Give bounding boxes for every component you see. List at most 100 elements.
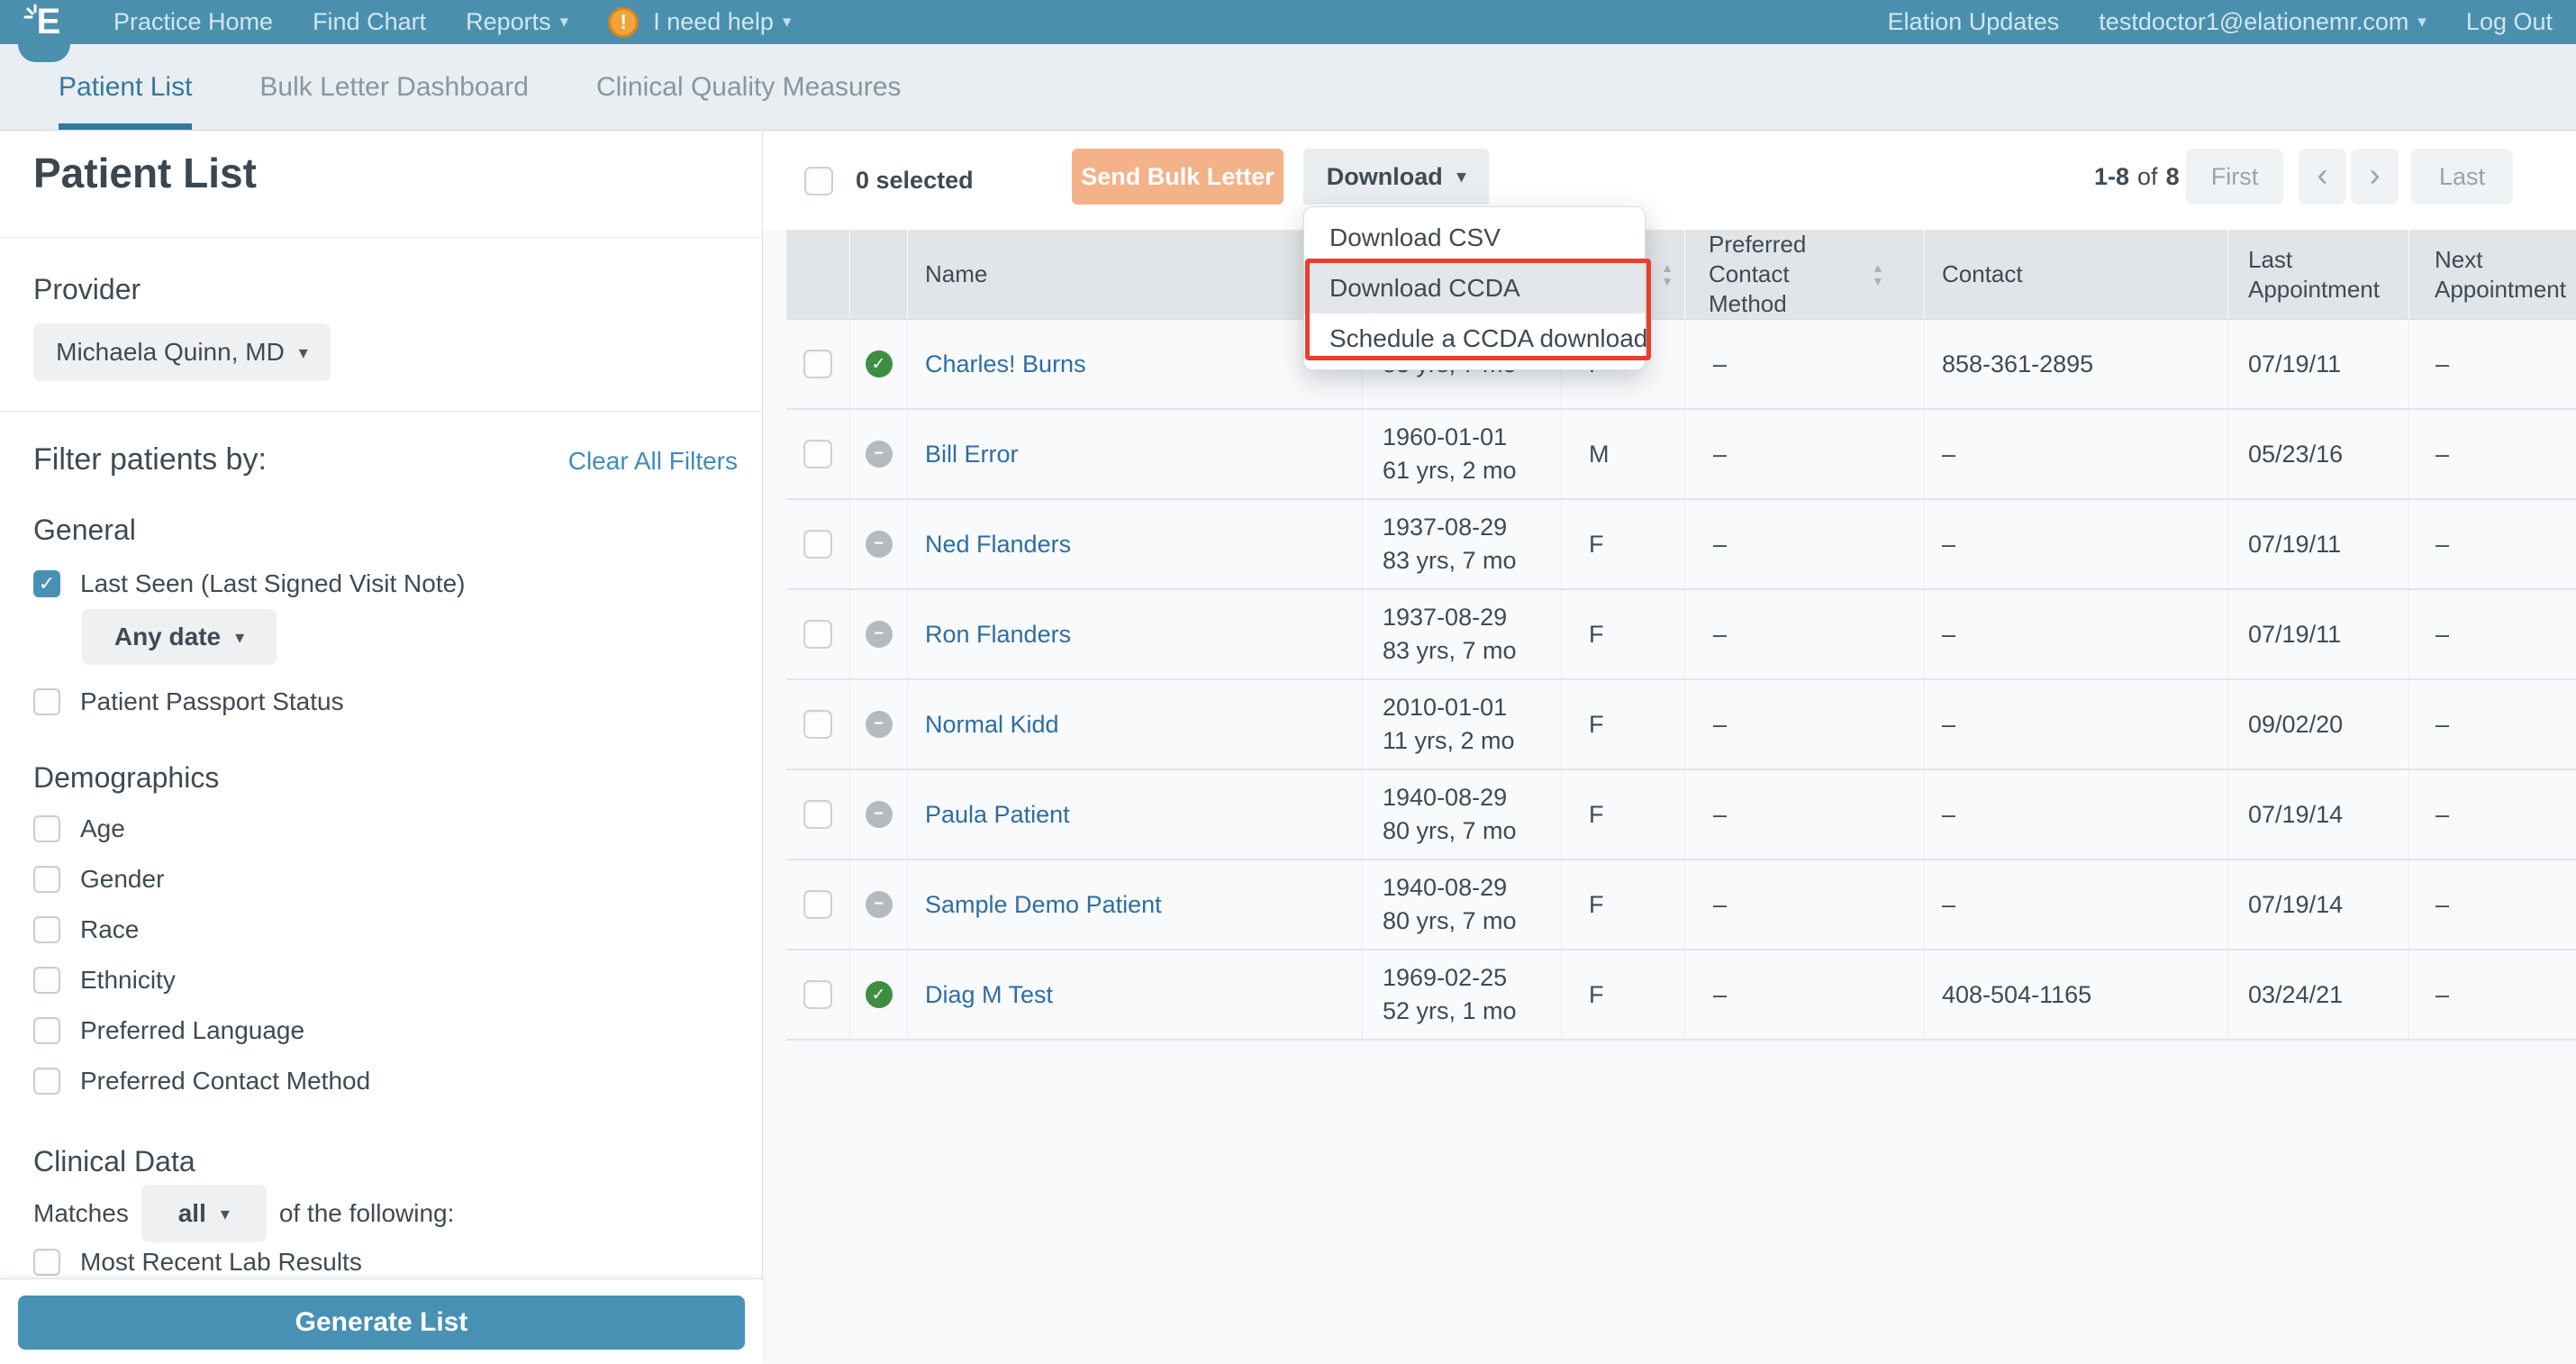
clinical-data-heading: Clinical Data (33, 1145, 195, 1178)
header-contact[interactable]: Contact (1924, 230, 2227, 319)
sort-up-icon: ▲ (1872, 260, 1884, 275)
patient-name-link[interactable]: Sample Demo Patient (925, 891, 1162, 919)
patient-name-cell: Sample Demo Patient (907, 860, 1362, 949)
row-checkbox[interactable] (803, 890, 832, 919)
sort-up-icon: ▲ (1661, 260, 1673, 275)
row-status-cell: − (849, 590, 907, 678)
dob-value: 1969-02-25 (1383, 964, 1508, 991)
filter-lab-results-row: Most Recent Lab Results (33, 1248, 362, 1277)
any-date-dropdown[interactable]: Any date ▾ (82, 609, 277, 665)
demographics-label: Preferred Language (80, 1016, 305, 1044)
patient-name-link[interactable]: Paula Patient (925, 801, 1070, 829)
row-checkbox[interactable] (803, 980, 832, 1009)
patient-name-link[interactable]: Charles! Burns (925, 350, 1086, 378)
row-checkbox[interactable] (803, 800, 832, 829)
elation-logo[interactable]: E (18, 0, 70, 44)
filter-last-seen-row: ✓ Last Seen (Last Signed Visit Note) (33, 569, 466, 598)
filter-heading: Filter patients by: (33, 442, 267, 477)
status-minus-icon: − (865, 441, 893, 468)
header-name[interactable]: Name (907, 230, 1362, 319)
demographics-checkbox[interactable] (33, 1017, 60, 1044)
sort-arrows-icon[interactable]: ▲ ▼ (1661, 260, 1673, 287)
demographics-filter-list: Age Gender Race Ethnicity Preferred Language… (33, 814, 370, 1118)
row-checkbox[interactable] (803, 350, 832, 378)
last-appointment-cell: 07/19/11 (2227, 500, 2408, 588)
next-appointment-cell: – (2408, 410, 2576, 498)
menu-item-schedule-ccda[interactable]: Schedule a CCDA download (1304, 314, 1647, 364)
download-button[interactable]: Download ▾ (1303, 149, 1489, 205)
provider-dropdown[interactable]: Michaela Quinn, MD ▾ (33, 323, 331, 381)
patient-name-link[interactable]: Diag M Test (925, 981, 1053, 1009)
header-next-appointment[interactable]: Next Appointment (2408, 230, 2576, 319)
dob-value: 1937-08-29 (1383, 514, 1508, 541)
dob-cell: 1960-01-01 61 yrs, 2 mo (1362, 410, 1561, 498)
row-checkbox[interactable] (803, 530, 832, 559)
header-preferred-contact[interactable]: Preferred Contact Method ▲ ▼ (1684, 230, 1924, 319)
sex-cell: F (1561, 500, 1684, 588)
row-checkbox-cell (786, 500, 849, 588)
pagination-next-button[interactable]: › (2351, 149, 2399, 205)
tab-bulk-letter-dashboard[interactable]: Bulk Letter Dashboard (259, 44, 529, 130)
patient-name-cell: Charles! Burns (907, 320, 1362, 408)
tab-patient-list[interactable]: Patient List (59, 44, 193, 130)
table-row: − Ned Flanders 1937-08-29 83 yrs, 7 mo F – –07… (786, 500, 2576, 590)
pagination-last-button[interactable]: Last (2411, 149, 2513, 205)
contact-cell: – (1924, 770, 2227, 859)
menu-item-download-csv[interactable]: Download CSV (1304, 213, 1645, 263)
preferred-contact-cell: – (1684, 410, 1924, 498)
nav-help[interactable]: I need help ▾ (653, 8, 791, 36)
dob-cell: 1969-02-25 52 yrs, 1 mo (1362, 950, 1561, 1039)
nav-elation-updates[interactable]: Elation Updates (1888, 8, 2060, 36)
nav-account-menu[interactable]: testdoctor1@elationemr.com ▾ (2099, 8, 2426, 36)
age-value: 83 yrs, 7 mo (1383, 547, 1517, 574)
clear-all-filters-link[interactable]: Clear All Filters (568, 447, 738, 476)
chevron-down-icon: ▾ (235, 627, 245, 648)
contact-cell: – (1924, 680, 2227, 768)
demographics-checkbox[interactable] (33, 967, 60, 994)
next-appointment-cell: – (2408, 320, 2576, 408)
send-bulk-letter-button[interactable]: Send Bulk Letter (1072, 149, 1283, 205)
patient-name-link[interactable]: Ned Flanders (925, 531, 1071, 559)
sort-arrows-icon[interactable]: ▲ ▼ (1872, 260, 1884, 287)
last-seen-checkbox[interactable]: ✓ (33, 570, 60, 597)
next-appointment-cell: – (2408, 500, 2576, 588)
row-status-cell: ✓ (849, 320, 907, 408)
nav-find-chart[interactable]: Find Chart (313, 8, 426, 36)
nav-practice-home[interactable]: Practice Home (113, 8, 273, 36)
matches-dropdown[interactable]: all ▾ (141, 1185, 267, 1242)
patient-name-link[interactable]: Normal Kidd (925, 711, 1059, 739)
row-checkbox[interactable] (803, 440, 832, 468)
nav-log-out[interactable]: Log Out (2466, 8, 2553, 36)
row-status-cell: − (849, 410, 907, 498)
menu-item-download-ccda[interactable]: Download CCDA (1304, 263, 1645, 314)
header-status-cell (849, 230, 907, 319)
header-preferred-label: Preferred Contact Method (1709, 231, 1807, 317)
patient-name-link[interactable]: Ron Flanders (925, 621, 1071, 649)
table-row: − Normal Kidd 2010-01-01 11 yrs, 2 mo F – –09/… (786, 680, 2576, 770)
preferred-contact-cell: – (1684, 950, 1924, 1039)
demographics-checkbox[interactable] (33, 916, 60, 943)
header-last-appointment[interactable]: Last Appointment (2227, 230, 2408, 319)
demographics-checkbox[interactable] (33, 1068, 60, 1095)
patient-name-link[interactable]: Bill Error (925, 441, 1019, 468)
row-checkbox[interactable] (803, 620, 832, 649)
patient-table: Name ▲ ▼ Preferred Contact Method ▲ ▼ Co… (786, 230, 2576, 1041)
row-checkbox[interactable] (803, 710, 832, 739)
select-all-checkbox[interactable] (804, 167, 833, 196)
table-row: − Bill Error 1960-01-01 61 yrs, 2 mo M – –05/2… (786, 410, 2576, 500)
demographics-checkbox[interactable] (33, 866, 60, 893)
download-dropdown-menu: Download CSV Download CCDA Schedule a CC… (1303, 206, 1647, 370)
sex-cell: F (1561, 860, 1684, 949)
demographics-checkbox[interactable] (33, 815, 60, 842)
pagination-prev-button[interactable]: ‹ (2299, 149, 2346, 205)
provider-heading: Provider (33, 273, 141, 305)
nav-reports[interactable]: Reports ▾ (466, 8, 568, 36)
pagination-first-button[interactable]: First (2186, 149, 2283, 205)
tab-clinical-quality-measures[interactable]: Clinical Quality Measures (596, 44, 901, 130)
general-heading: General (33, 514, 136, 546)
next-appointment-cell: – (2408, 590, 2576, 678)
generate-list-button[interactable]: Generate List (18, 1296, 745, 1350)
lab-results-checkbox[interactable] (33, 1249, 60, 1276)
matches-label: Matches (33, 1199, 129, 1227)
passport-checkbox[interactable] (33, 688, 60, 715)
